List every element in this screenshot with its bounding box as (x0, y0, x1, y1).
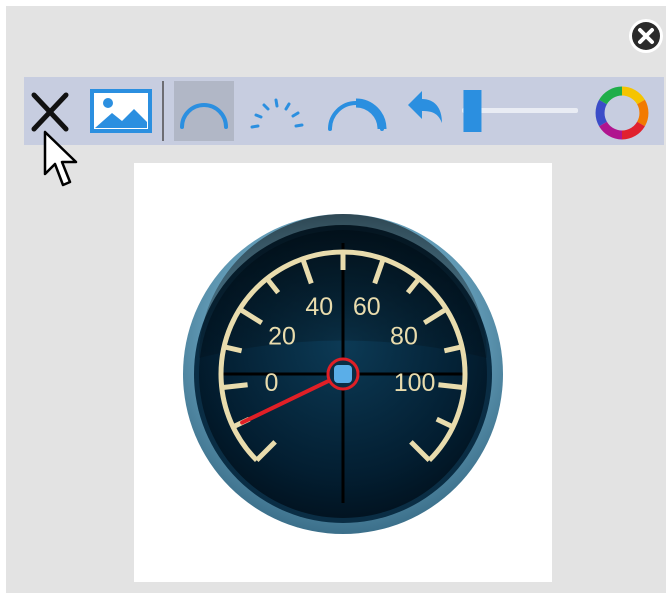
arc-icon (180, 103, 228, 129)
ticks-button[interactable] (244, 81, 310, 141)
remove-button[interactable] (28, 87, 74, 137)
image-button[interactable] (90, 89, 152, 133)
gauge[interactable]: 0 20 40 60 80 100 (134, 163, 552, 582)
undo-button[interactable] (402, 85, 448, 137)
gauge-tick (438, 382, 465, 391)
gauge-label-80: 80 (390, 323, 418, 351)
gauge-label-60: 60 (353, 293, 381, 321)
thick-arc-icon (328, 98, 387, 131)
gauge-label-20: 20 (268, 323, 296, 351)
toolbar-divider (162, 81, 164, 141)
gauge-label-100: 100 (394, 369, 436, 397)
slider-thumb[interactable] (463, 90, 482, 132)
close-x-icon (31, 92, 69, 132)
canvas: 0 20 40 60 80 100 (134, 163, 552, 582)
color-wheel-icon (595, 86, 649, 140)
close-circle-icon (629, 19, 663, 53)
arc-button[interactable] (174, 81, 234, 141)
color-button[interactable] (594, 85, 650, 141)
close-button[interactable] (628, 18, 664, 54)
undo-icon (408, 91, 442, 123)
dashed-arc-icon (250, 98, 304, 129)
gauge-hub (334, 365, 352, 383)
size-slider[interactable] (458, 87, 582, 135)
slider-icon (462, 90, 578, 132)
image-icon (90, 89, 152, 133)
gauge-label-40: 40 (305, 293, 333, 321)
range-button[interactable] (320, 81, 392, 141)
gauge-label-0: 0 (264, 369, 278, 397)
toolbar (24, 77, 664, 145)
gauge-tick (221, 382, 248, 391)
